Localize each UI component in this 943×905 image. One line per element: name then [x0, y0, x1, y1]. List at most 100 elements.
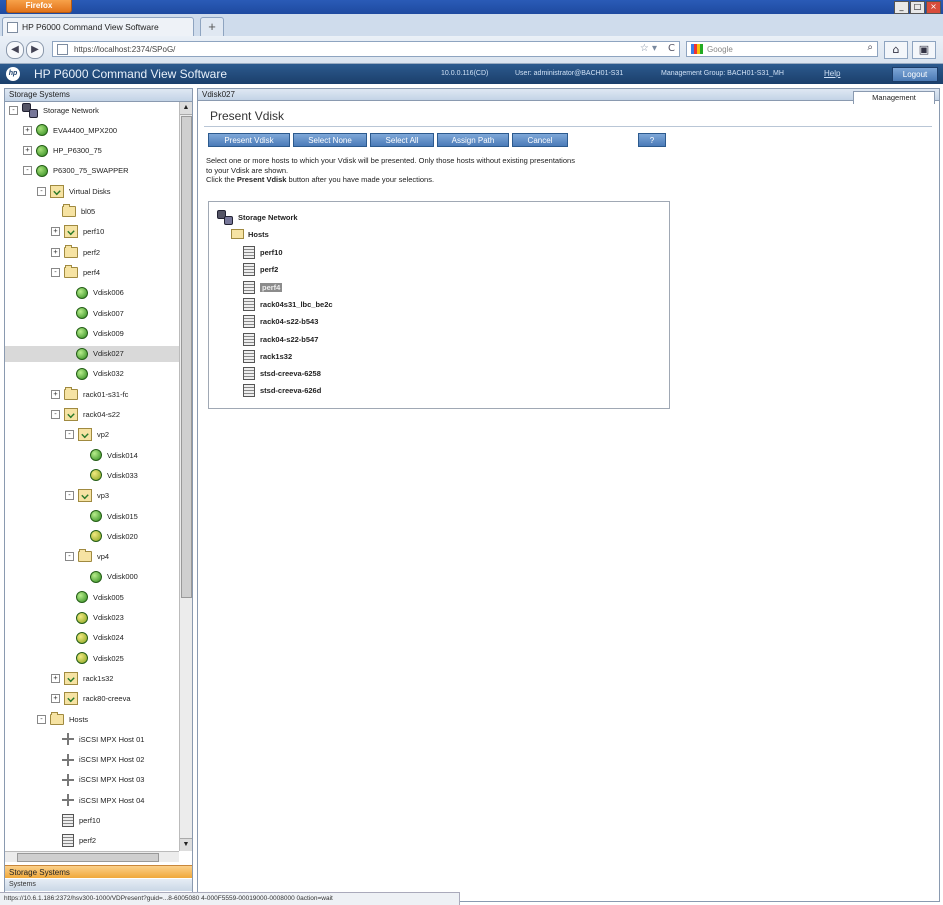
- tree-node[interactable]: Vdisk015: [5, 508, 179, 524]
- tree-node[interactable]: + rack80-creeva: [5, 691, 179, 707]
- collapse-icon[interactable]: -: [9, 105, 18, 115]
- tree-node[interactable]: - perf4: [5, 264, 179, 280]
- left-vertical-scrollbar[interactable]: ▲ ▼: [179, 102, 192, 851]
- scroll-thumb[interactable]: [181, 116, 192, 598]
- maximize-icon[interactable]: □: [910, 1, 925, 14]
- search-icon[interactable]: ⌕: [867, 42, 873, 53]
- tree-node[interactable]: bl05: [5, 204, 179, 220]
- tree-node[interactable]: - rack04-s22: [5, 407, 179, 423]
- host-item[interactable]: rack04-s22-b543: [243, 315, 318, 329]
- browser-tab[interactable]: HP P6000 Command View Software: [2, 17, 194, 36]
- host-item[interactable]: rack04s31_lbc_be2c: [243, 297, 333, 311]
- iscsi-host-icon: [62, 733, 74, 746]
- scroll-down-icon[interactable]: ▼: [180, 838, 192, 851]
- collapse-icon[interactable]: -: [37, 714, 46, 724]
- tree-node[interactable]: + EVA4400_MPX200: [5, 122, 179, 138]
- tree-node[interactable]: + perf2: [5, 244, 179, 260]
- select-all-button[interactable]: Select All: [370, 133, 434, 147]
- tree-node[interactable]: Vdisk007: [5, 305, 179, 321]
- host-item[interactable]: rack1s32: [243, 349, 292, 363]
- collapse-icon[interactable]: -: [51, 410, 60, 419]
- help-link[interactable]: Help: [824, 69, 840, 78]
- close-icon[interactable]: ×: [926, 1, 941, 14]
- host-item[interactable]: rack04-s22-b547: [243, 332, 318, 346]
- tree-node[interactable]: perf2: [5, 833, 179, 849]
- tree-node[interactable]: Vdisk020: [5, 528, 179, 544]
- tree-node[interactable]: iSCSI MPX Host 02: [5, 752, 179, 768]
- new-tab-button[interactable]: +: [200, 17, 224, 36]
- tree-node[interactable]: - vp2: [5, 427, 179, 443]
- forward-arrow-icon[interactable]: ▶: [26, 41, 44, 59]
- expand-icon[interactable]: +: [23, 125, 32, 135]
- back-arrow-icon[interactable]: ◀: [6, 41, 24, 59]
- reload-icon[interactable]: C: [668, 43, 675, 54]
- tree-node[interactable]: - vp4: [5, 549, 179, 565]
- bookmark-star-icon[interactable]: ☆ ▾: [640, 43, 657, 54]
- tree-node[interactable]: Vdisk032: [5, 366, 179, 382]
- expand-icon[interactable]: +: [51, 694, 60, 704]
- tree-node[interactable]: Vdisk024: [5, 630, 179, 646]
- cancel-button[interactable]: Cancel: [512, 133, 568, 147]
- host-item[interactable]: perf10: [243, 246, 283, 259]
- logout-button[interactable]: Logout: [892, 67, 938, 82]
- hscroll-thumb[interactable]: [17, 853, 159, 862]
- tree-node[interactable]: Vdisk027: [5, 345, 179, 362]
- expand-icon[interactable]: +: [51, 673, 60, 683]
- tree-node[interactable]: perf10: [5, 813, 179, 829]
- help-button[interactable]: ?: [638, 133, 666, 147]
- scroll-up-icon[interactable]: ▲: [180, 102, 192, 115]
- host-item[interactable]: stsd-creeva-6258: [243, 367, 321, 381]
- search-bar[interactable]: Google ⌕: [686, 41, 878, 57]
- user-info: User: administrator@BACH01-S31: [515, 70, 624, 77]
- tree-node[interactable]: Vdisk009: [5, 325, 179, 341]
- host-item[interactable]: perf2: [243, 263, 278, 277]
- tree-node[interactable]: Vdisk014: [5, 447, 179, 463]
- home-icon[interactable]: ⌂: [884, 41, 908, 59]
- host-item[interactable]: stsd-creeva-626d: [243, 384, 321, 398]
- tree-node[interactable]: Vdisk005: [5, 589, 179, 605]
- host-item[interactable]: perf4: [243, 280, 283, 294]
- tree-node[interactable]: Vdisk025: [5, 650, 179, 666]
- tree-node[interactable]: + perf10: [5, 224, 179, 240]
- tree-node[interactable]: - Storage Network: [5, 102, 179, 118]
- systems-tab[interactable]: Systems: [5, 879, 192, 891]
- hosts-node[interactable]: Hosts: [231, 229, 269, 239]
- tree-node[interactable]: + HP_P6300_75: [5, 143, 179, 159]
- tree-node[interactable]: iSCSI MPX Host 04: [5, 792, 179, 808]
- collapse-icon[interactable]: -: [37, 186, 46, 196]
- tree-node[interactable]: Vdisk033: [5, 467, 179, 483]
- expand-icon[interactable]: +: [51, 227, 60, 237]
- tree-node[interactable]: Vdisk000: [5, 569, 179, 585]
- select-none-button[interactable]: Select None: [293, 133, 367, 147]
- tree-node[interactable]: + rack1s32: [5, 670, 179, 686]
- firefox-menu-button[interactable]: Firefox: [6, 0, 72, 13]
- tab-management[interactable]: Management: [853, 91, 935, 104]
- vdisk-icon: [90, 449, 102, 462]
- tree-node[interactable]: Vdisk023: [5, 610, 179, 626]
- collapse-icon[interactable]: -: [65, 552, 74, 562]
- tree-node[interactable]: Vdisk006: [5, 285, 179, 301]
- tree-node[interactable]: - Hosts: [5, 711, 179, 727]
- tree-node[interactable]: iSCSI MPX Host 03: [5, 772, 179, 788]
- collapse-icon[interactable]: -: [51, 267, 60, 277]
- collapse-icon[interactable]: -: [65, 430, 74, 440]
- minimize-icon[interactable]: _: [894, 1, 909, 14]
- expand-icon[interactable]: +: [23, 146, 32, 156]
- left-horizontal-scrollbar[interactable]: [5, 851, 179, 862]
- storage-systems-tab[interactable]: Storage Systems: [5, 865, 192, 878]
- storage-network-node[interactable]: Storage Network: [217, 210, 298, 225]
- url-bar[interactable]: https://localhost:2374/SPoG/ ☆ ▾ C: [52, 41, 680, 57]
- expand-icon[interactable]: +: [51, 389, 60, 399]
- tree-node[interactable]: - P6300_75_SWAPPER: [5, 163, 179, 179]
- tree-node[interactable]: + rack01-s31-fc: [5, 386, 179, 402]
- toolbar-menu-icon[interactable]: ▣: [912, 41, 936, 59]
- assign-path-button[interactable]: Assign Path: [437, 133, 509, 147]
- present-vdisk-button[interactable]: Present Vdisk: [208, 133, 290, 147]
- collapse-icon[interactable]: -: [65, 491, 74, 501]
- tree-node[interactable]: - Virtual Disks: [5, 183, 179, 199]
- tree-node[interactable]: - vp3: [5, 488, 179, 504]
- tree-node[interactable]: iSCSI MPX Host 01: [5, 731, 179, 747]
- expand-icon[interactable]: +: [51, 247, 60, 257]
- collapse-icon[interactable]: -: [23, 166, 32, 176]
